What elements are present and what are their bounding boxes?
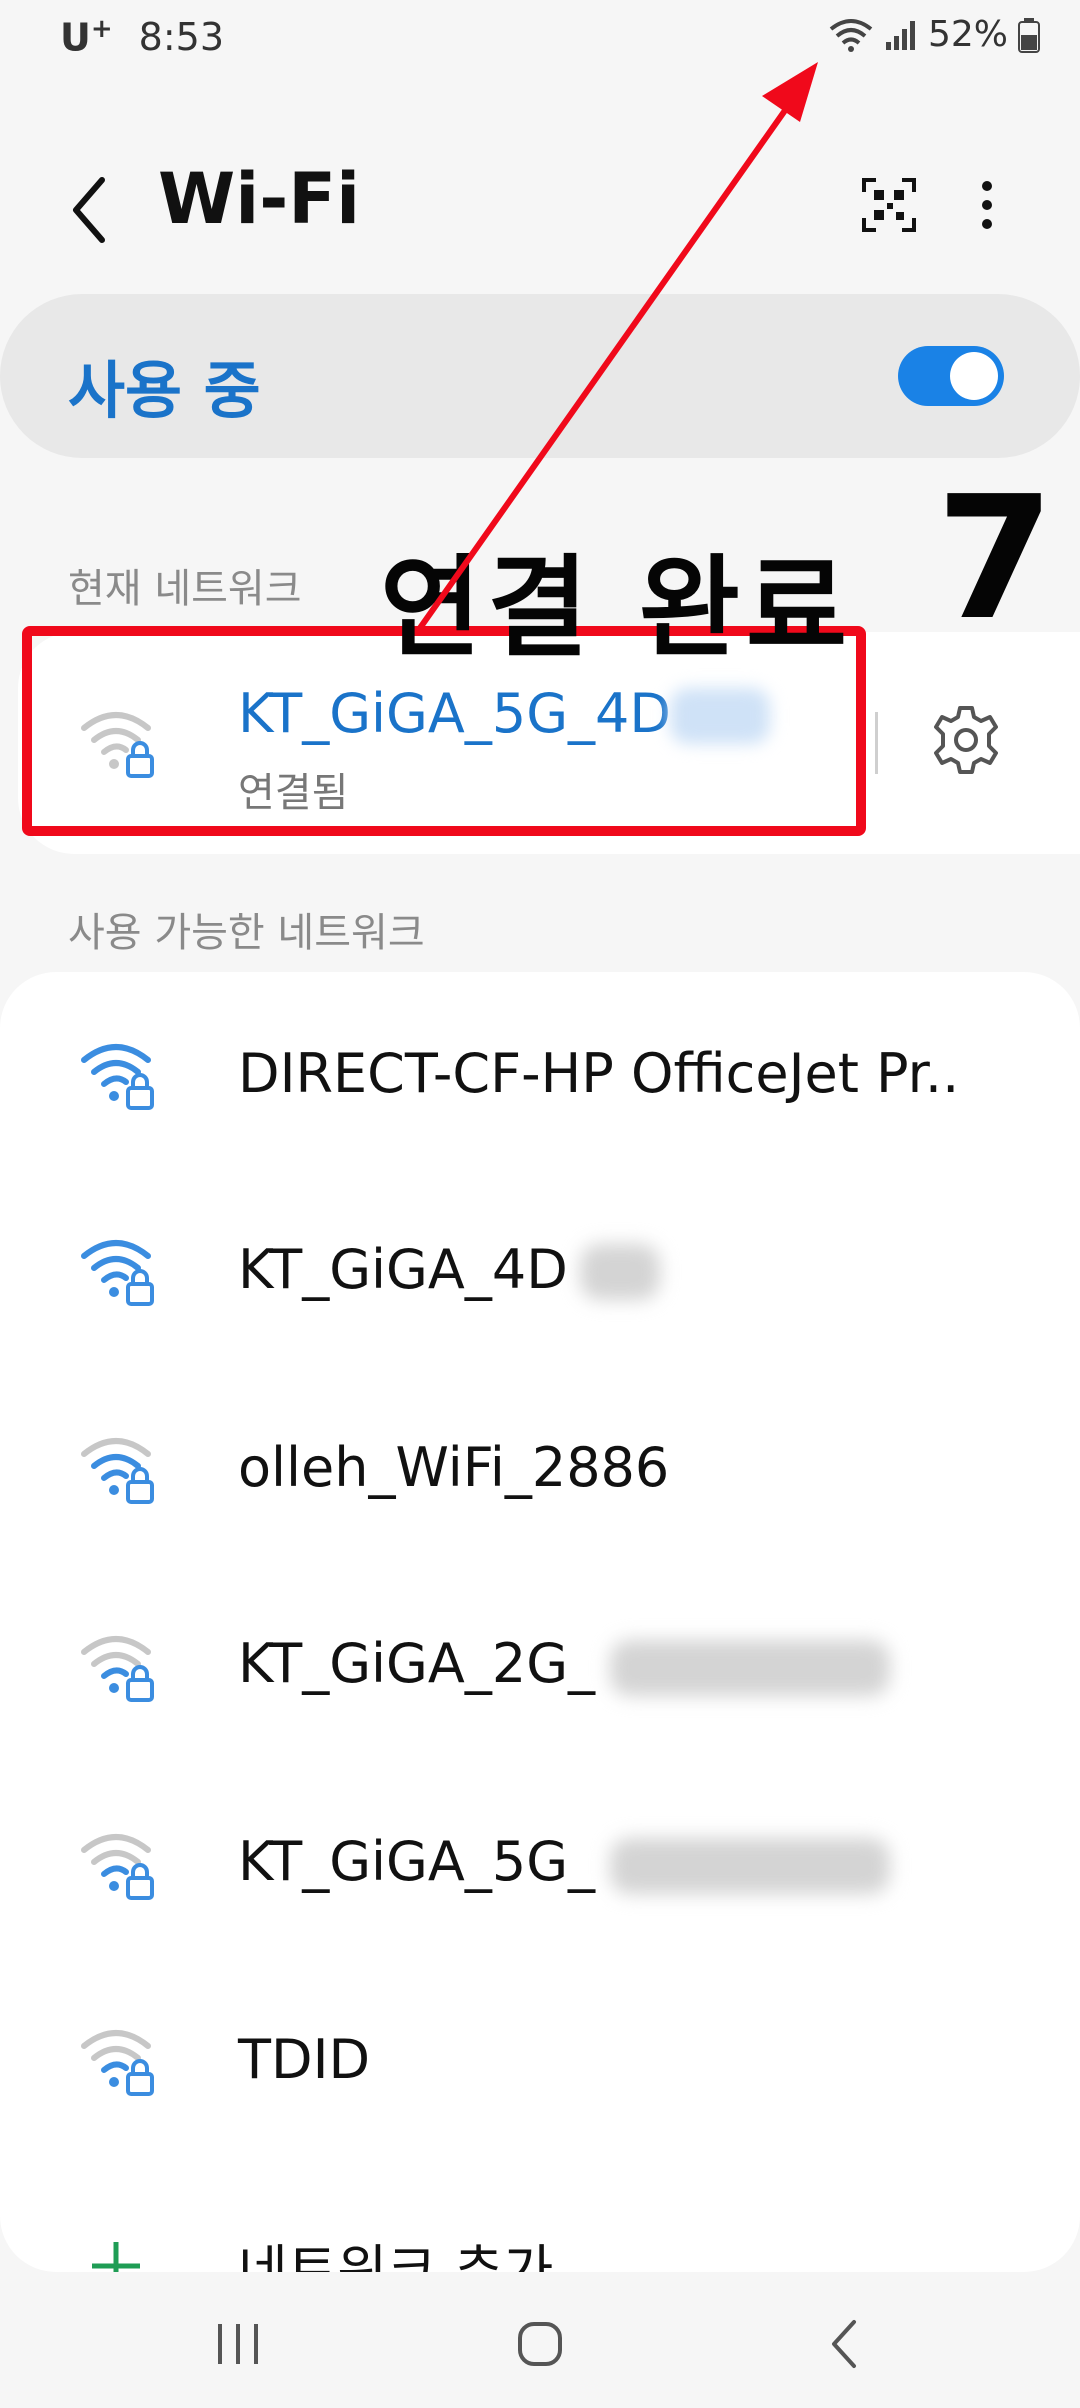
wifi-lock-icon [81, 1834, 154, 1900]
blurred-ssid-suffix [580, 1244, 660, 1300]
network-name: KT_GiGA_2G_ [238, 1632, 596, 1695]
item-divider [875, 712, 878, 774]
wifi-lock-icon [81, 1636, 154, 1702]
blurred-ssid-suffix [610, 1640, 890, 1696]
plus-icon [92, 2242, 140, 2272]
add-network-label: 네트워크 추가 [238, 2239, 554, 2272]
signal-icon [885, 20, 915, 50]
network-item[interactable] [0, 2000, 1080, 2120]
blurred-ssid-suffix [610, 1838, 890, 1894]
add-network-item[interactable]: 네트워크 추가 [0, 2200, 1080, 2272]
wifi-lock-icon [81, 2030, 154, 2096]
page-title: Wi-Fi [158, 158, 361, 240]
home-icon[interactable] [510, 2314, 570, 2374]
available-networks-header: 사용 가능한 네트워크 [68, 910, 425, 956]
battery-icon [1018, 17, 1040, 53]
wifi-toggle-label: 사용 중 [68, 354, 261, 427]
switch-knob [950, 352, 998, 400]
status-bar-left: U+ 8:53 [60, 14, 224, 60]
wifi-lock-icon [81, 1044, 154, 1110]
network-name: KT_GiGA_4D [238, 1238, 568, 1301]
annotation-text: 연결 완료 [380, 544, 854, 672]
network-name: olleh_WiFi_2886 [238, 1436, 670, 1499]
network-name: DIRECT-CF-HP OfficeJet Pr.. [238, 1042, 960, 1105]
wifi-lock-icon [81, 1240, 154, 1306]
qr-scan-icon[interactable] [860, 176, 918, 234]
carrier-label: U+ [60, 14, 113, 60]
back-nav-icon[interactable] [816, 2314, 876, 2374]
carrier-name: U [60, 15, 91, 60]
wifi-lock-icon [81, 1438, 154, 1504]
network-name: TDID [238, 2028, 371, 2091]
status-bar-right: 52% [828, 14, 1040, 55]
wifi-status-icon [829, 18, 873, 52]
network-name: KT_GiGA_5G_ [238, 1830, 596, 1893]
wifi-toggle-switch[interactable] [898, 346, 1004, 406]
more-options-icon[interactable] [972, 176, 1002, 234]
current-network-header: 현재 네트워크 [68, 566, 302, 612]
recent-apps-icon[interactable] [208, 2314, 268, 2374]
annotation-step-number: 7 [936, 460, 1055, 658]
status-time: 8:53 [138, 14, 224, 59]
back-arrow-icon[interactable] [62, 170, 122, 250]
gear-icon[interactable] [928, 702, 1004, 778]
battery-percent: 52% [927, 14, 1008, 55]
carrier-plus: + [90, 14, 113, 44]
